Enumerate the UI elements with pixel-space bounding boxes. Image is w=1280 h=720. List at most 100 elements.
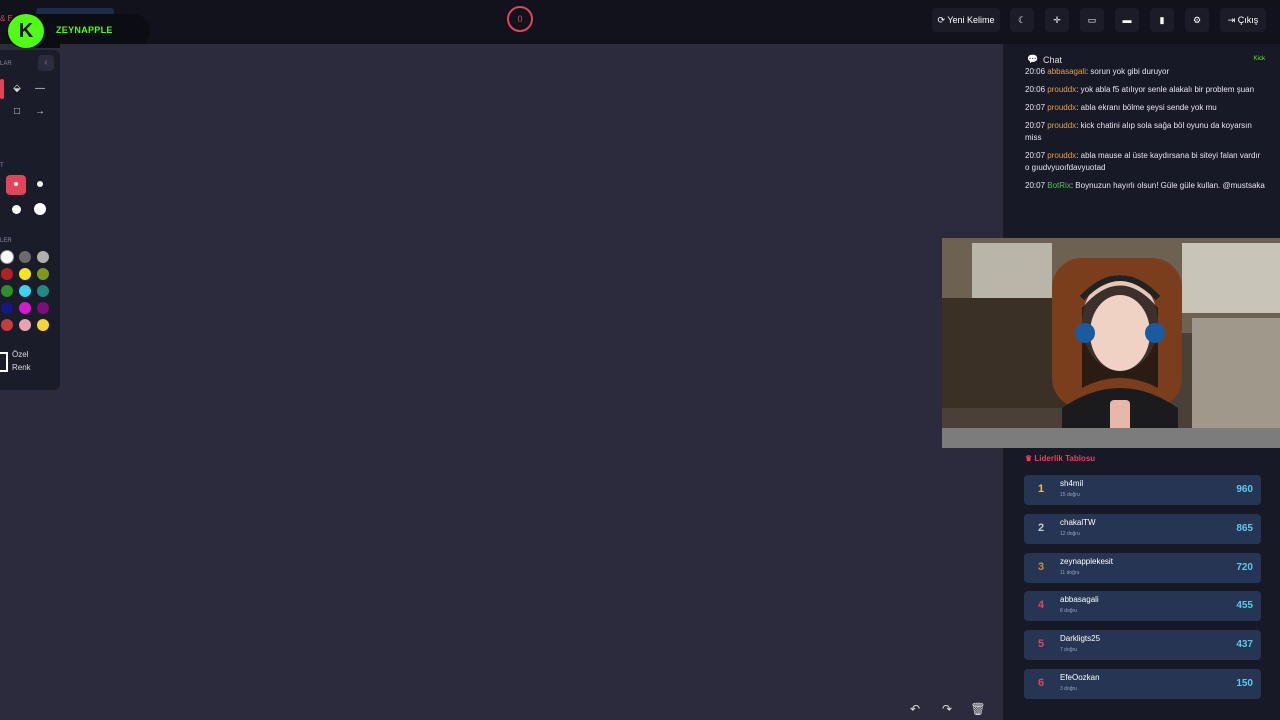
chat-message-text: Boynuzun hayırlı olsun! Güle güle kullan…: [1075, 181, 1265, 190]
leaderboard-correct-count: 8 doğru: [1060, 608, 1077, 615]
sizes-section-label: T: [0, 163, 4, 169]
chat-message-user[interactable]: prouddx: [1047, 121, 1076, 130]
color-swatch[interactable]: [1, 268, 13, 280]
color-swatch[interactable]: [37, 268, 49, 280]
leaderboard-correct-count: 3 doğru: [1060, 686, 1077, 692]
leaderboard-row: 4 abbasagali 8 doğru 455: [1024, 591, 1261, 622]
leaderboard-rank: 6: [1038, 677, 1045, 689]
leaderboard-row: 6 EfeOozkan 3 doğru 150: [1024, 669, 1261, 699]
leaderboard-correct-count: 15 doğru: [1060, 492, 1080, 498]
chat-message: 20:07 prouddx: abla mause al üste kaydır…: [1025, 151, 1261, 172]
webcam-feed: [942, 238, 1280, 448]
leaderboard-row: 3 zeynapplekesit 11 doğru 720: [1024, 552, 1261, 583]
trash-can-button[interactable]: ▬: [1115, 8, 1139, 32]
new-word-button[interactable]: ⟳ Yeni Kelime: [932, 8, 1000, 32]
chat-message-user[interactable]: prouddx: [1047, 85, 1076, 94]
moon-button[interactable]: ☾: [1010, 8, 1034, 32]
custom-color-button[interactable]: [0, 352, 8, 372]
refresh-icon: ⟳: [937, 15, 945, 25]
arrow-tool-button[interactable]: →: [30, 102, 50, 122]
clear-canvas-button[interactable]: 🗑: [969, 700, 987, 718]
color-swatch[interactable]: [37, 319, 49, 331]
line-tool-button[interactable]: —: [30, 79, 50, 99]
trash-can-icon: ▬: [1122, 15, 1132, 25]
leaderboard-row: 1 sh4mil 15 doğru 960: [1024, 475, 1261, 505]
keyboard-button[interactable]: ▭: [1080, 8, 1104, 32]
chat-message-user[interactable]: prouddx: [1047, 151, 1076, 160]
redo-button[interactable]: ↷: [938, 700, 956, 718]
size-dot-icon: [34, 203, 46, 216]
crosshair-button[interactable]: ✛: [1045, 8, 1069, 32]
crown-icon: ♛: [1025, 454, 1033, 463]
size-dot-icon: [37, 181, 43, 188]
color-swatch[interactable]: [37, 251, 49, 263]
keyboard-icon: ▭: [1087, 15, 1097, 25]
leaderboard-player-name: abbasagali: [1060, 595, 1099, 605]
exit-icon: ⇥: [1227, 15, 1236, 25]
rectangle-tool-button[interactable]: □: [7, 102, 27, 122]
chat-message-time: 20:07: [1025, 103, 1046, 112]
undo-button[interactable]: ↶: [906, 700, 924, 718]
chat-message-time: 20:06: [1025, 67, 1046, 76]
brush-size-large[interactable]: [6, 200, 26, 220]
color-swatch[interactable]: [1, 251, 13, 263]
leaderboard-rank: 1: [1038, 483, 1045, 495]
chat-message-time: 20:07: [1025, 181, 1046, 190]
chat-message: 20:06 prouddx: yok abla f5 atılıyor senl…: [1025, 85, 1255, 94]
chat-message: 20:07 prouddx: abla ekranı bölme şeysi s…: [1025, 103, 1217, 112]
eraser-tool-button[interactable]: ⬙: [7, 79, 27, 99]
color-swatch[interactable]: [19, 268, 31, 280]
leaderboard-score: 865: [1236, 522, 1253, 534]
brush-size-xlarge[interactable]: [30, 200, 50, 220]
chevron-left-icon: ‹: [44, 57, 48, 68]
leaderboard-player-name: Darkligts25: [1060, 634, 1101, 644]
drawing-canvas[interactable]: [60, 44, 1002, 720]
chat-message: 20:06 abbasagali: sorun yok gibi duruyor: [1025, 67, 1170, 76]
line-icon: —: [35, 83, 45, 94]
chat-message-user[interactable]: BotRix: [1047, 181, 1071, 190]
exit-button[interactable]: ⇥ Çıkış: [1220, 8, 1266, 32]
leaderboard-correct-count: 7 doğru: [1060, 647, 1077, 654]
chat-bubble-icon: 💬: [1027, 54, 1039, 64]
leaderboard-score: 960: [1236, 484, 1253, 495]
color-swatch[interactable]: [19, 302, 31, 314]
brush-size-medium[interactable]: [30, 175, 50, 195]
chat-messages[interactable]: 20:06 abbasagali: sorun yok gibi duruyor…: [1025, 66, 1265, 236]
exit-label: Çıkış: [1237, 15, 1259, 25]
color-swatch[interactable]: [1, 302, 13, 314]
color-swatch[interactable]: [1, 285, 13, 297]
color-swatch[interactable]: [37, 285, 49, 297]
leaderboard-player-name: sh4mil: [1060, 479, 1084, 488]
shapes-section-label: LAR: [0, 61, 12, 67]
color-swatch[interactable]: [19, 285, 31, 297]
drawing-tools-panel: LAR ‹ ⬙ — □ → T LER Özel Renk: [0, 50, 60, 390]
top-bar: & E K ZEYNAPPLE 0 ⟳ Yeni Kelime ☾ ✛ ▭ ▬ …: [0, 0, 1280, 48]
arrow-right-icon: →: [35, 106, 45, 117]
trash-icon: 🗑: [970, 702, 986, 716]
chat-message-user[interactable]: abbasagali: [1047, 67, 1086, 76]
color-swatch[interactable]: [1, 319, 13, 331]
brush-tool-button[interactable]: [0, 79, 4, 99]
chat-message-time: 20:06: [1025, 85, 1046, 94]
leaderboard-player-name: zeynapplekesit: [1060, 556, 1113, 566]
chat-message-text: sorun yok gibi duruyor: [1090, 67, 1170, 76]
streamer-name: ZEYNAPPLE: [56, 25, 113, 35]
color-swatch[interactable]: [37, 302, 49, 314]
leaderboard-rank: 4: [1038, 599, 1045, 612]
settings-button[interactable]: ⚙: [1185, 8, 1209, 32]
redo-icon: ↷: [941, 702, 953, 716]
round-timer: 0: [507, 6, 533, 32]
color-swatch[interactable]: [19, 319, 31, 331]
chat-message-text: abla ekranı bölme şeysi sende yok mu: [1080, 103, 1217, 112]
chat-source-badge: Kick: [1253, 56, 1265, 62]
leaderboard-player-name: EfeOozkan: [1060, 673, 1100, 682]
chat-message-user[interactable]: prouddx: [1047, 103, 1076, 112]
trash-button[interactable]: ▮: [1150, 8, 1174, 32]
color-swatch[interactable]: [19, 251, 31, 263]
collapse-panel-button[interactable]: ‹: [38, 55, 54, 71]
leaderboard-score: 437: [1236, 639, 1253, 651]
brush-size-small[interactable]: [6, 175, 26, 195]
chat-message: 20:07 prouddx: kick chatini alıp sola sa…: [1025, 121, 1252, 142]
leaderboard-rank: 3: [1038, 560, 1045, 573]
leaderboard-row: 2 chakalTW 12 doğru 865: [1024, 513, 1261, 544]
